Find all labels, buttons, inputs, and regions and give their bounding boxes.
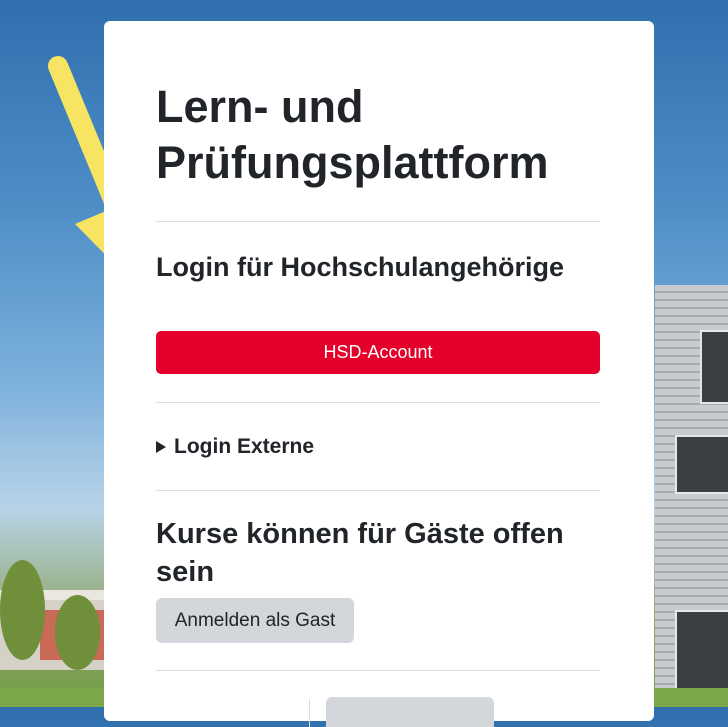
disclosure-triangle-icon: [156, 441, 166, 453]
divider: [156, 402, 600, 403]
login-external-label: Login Externe: [174, 435, 315, 458]
divider: [156, 221, 600, 222]
login-members-heading: Login für Hochschulangehörige: [156, 252, 565, 282]
background-tree: [0, 560, 45, 660]
divider: [156, 670, 600, 671]
divider: [156, 490, 600, 491]
background-tree: [55, 595, 100, 670]
guest-heading: Kurse können für Gäste offen sein: [156, 518, 564, 588]
background-window: [675, 435, 728, 494]
background-building-right: [655, 285, 728, 707]
page-title: Lern- und Prüfungsplattform: [156, 81, 549, 188]
background-window: [700, 330, 728, 404]
vertical-divider: [309, 699, 310, 727]
login-external-toggle[interactable]: Login Externe: [156, 432, 314, 462]
hsd-account-button[interactable]: HSD-Account: [156, 331, 600, 374]
partial-button[interactable]: [326, 697, 494, 727]
login-card: Lern- und Prüfungsplattform Login für Ho…: [104, 21, 654, 727]
guest-login-button[interactable]: Anmelden als Gast: [156, 598, 354, 643]
